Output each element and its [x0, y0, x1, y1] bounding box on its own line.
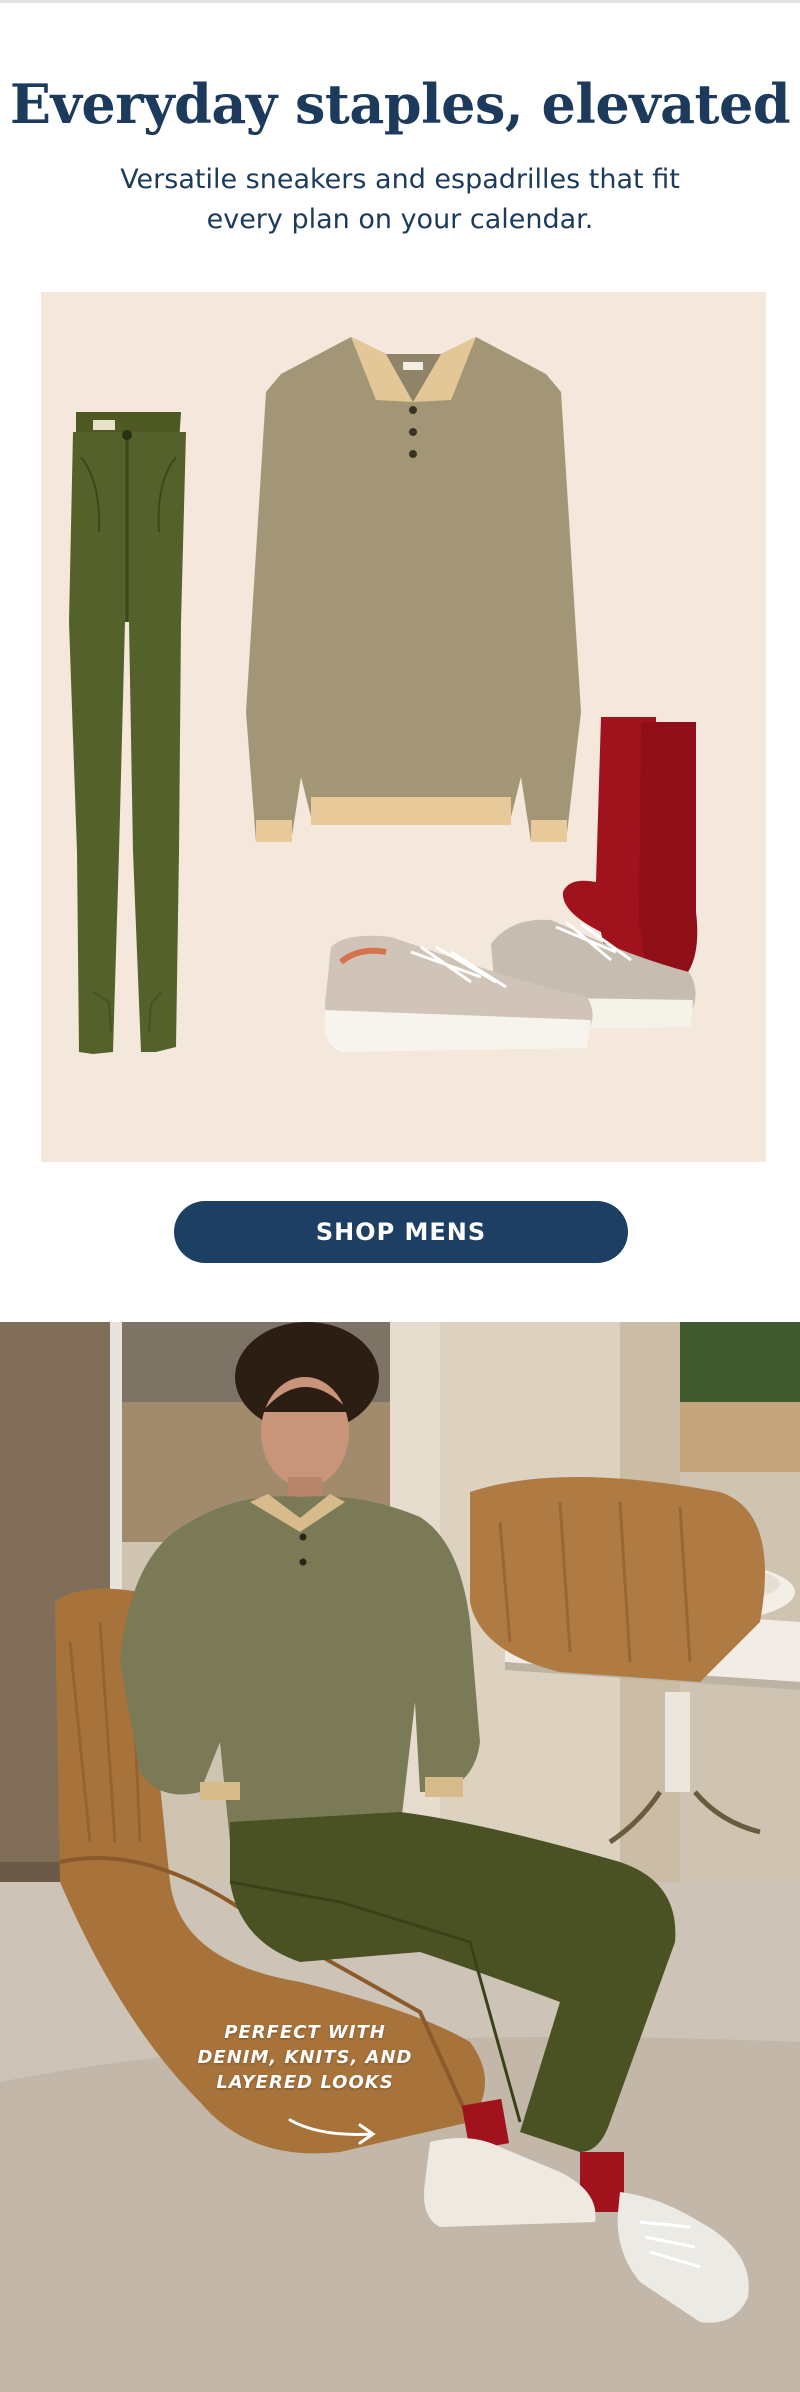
hero-subheadline: Versatile sneakers and espadrilles that … [120, 164, 680, 235]
product-flatlay-image[interactable] [41, 292, 766, 1162]
shop-mens-button[interactable]: SHOP MENS [174, 1201, 628, 1263]
taupe-polo-sweatshirt [246, 337, 581, 842]
hero-headline: Everyday staples, elevated [9, 72, 791, 136]
lifestyle-photo[interactable] [0, 1322, 800, 2392]
top-divider [0, 0, 800, 3]
styling-annotation: PERFECT WITH DENIM, KNITS, AND LAYERED L… [197, 2022, 413, 2093]
olive-chino-pants [69, 412, 186, 1054]
